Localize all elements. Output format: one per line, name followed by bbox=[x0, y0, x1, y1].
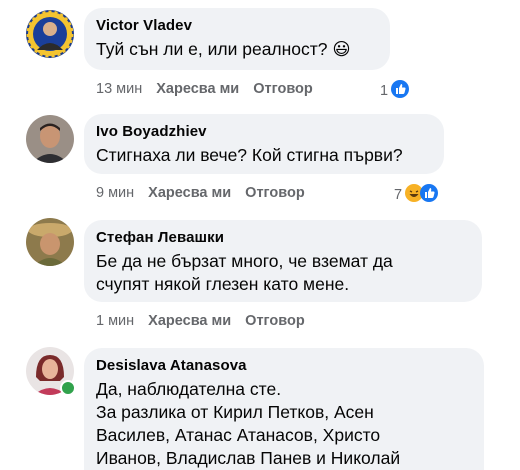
like-link[interactable]: Харесва ми bbox=[156, 81, 239, 97]
comment-author[interactable]: Стефан Левашки bbox=[96, 229, 468, 246]
like-reaction-icon bbox=[420, 184, 439, 206]
comment-time[interactable]: 1 мин bbox=[96, 313, 134, 329]
comment-bubble: Ivo Boyadzhiev Стигнаха ли вече? Кой сти… bbox=[84, 114, 444, 174]
comment-time[interactable]: 9 мин bbox=[96, 185, 134, 201]
reply-link[interactable]: Отговор bbox=[253, 81, 313, 97]
comment-actions: 1 мин Харесва ми Отговор bbox=[96, 313, 305, 329]
comment-time[interactable]: 13 мин bbox=[96, 81, 142, 97]
comment-text-line: Василев, Атанас Атанасов, Христо bbox=[96, 425, 381, 445]
reaction-count: 7 bbox=[394, 187, 403, 203]
comment-text-line: Иванов, Владислав Панев и Николай bbox=[96, 448, 401, 468]
comment-author[interactable]: Desislava Atanasova bbox=[96, 357, 470, 374]
avatar[interactable] bbox=[26, 10, 74, 58]
comment-author[interactable]: Ivo Boyadzhiev bbox=[96, 123, 430, 140]
comment-bubble: Victor Vladev Туй сън ли е, или реалност… bbox=[84, 8, 390, 70]
online-status-indicator bbox=[60, 380, 76, 396]
comment-text: Стигнаха ли вече? Кой стигна първи? bbox=[96, 145, 403, 165]
comment-text: Туй сън ли е, или реалност? 😃 bbox=[96, 39, 351, 59]
reaction-summary[interactable]: 1 bbox=[380, 80, 410, 102]
reply-link[interactable]: Отговор bbox=[245, 185, 305, 201]
comment-actions: 13 мин Харесва ми Отговор bbox=[96, 81, 313, 97]
comment-text-line: Да, наблюдателна сте. bbox=[96, 379, 282, 399]
like-link[interactable]: Харесва ми bbox=[148, 313, 231, 329]
comment-text-line: За разлика от Кирил Петков, Асен bbox=[96, 402, 374, 422]
comment-text-line: счупят някой глезен като мене. bbox=[96, 274, 350, 294]
like-reaction-icon bbox=[391, 80, 410, 102]
reaction-count: 1 bbox=[380, 83, 389, 99]
reply-link[interactable]: Отговор bbox=[245, 313, 305, 329]
comment-bubble: Desislava Atanasova Да, наблюдателна сте… bbox=[84, 348, 484, 470]
comment-actions: 9 мин Харесва ми Отговор bbox=[96, 185, 305, 201]
avatar[interactable] bbox=[26, 115, 74, 163]
comment-text-line: Бе да не бързат много, че вземат да bbox=[96, 251, 393, 271]
comment-bubble: Стефан Левашки Бе да не бързат много, че… bbox=[84, 220, 482, 302]
reaction-summary[interactable]: 7 bbox=[394, 184, 439, 206]
avatar[interactable] bbox=[26, 218, 74, 266]
comment-author[interactable]: Victor Vladev bbox=[96, 17, 376, 34]
like-link[interactable]: Харесва ми bbox=[148, 185, 231, 201]
